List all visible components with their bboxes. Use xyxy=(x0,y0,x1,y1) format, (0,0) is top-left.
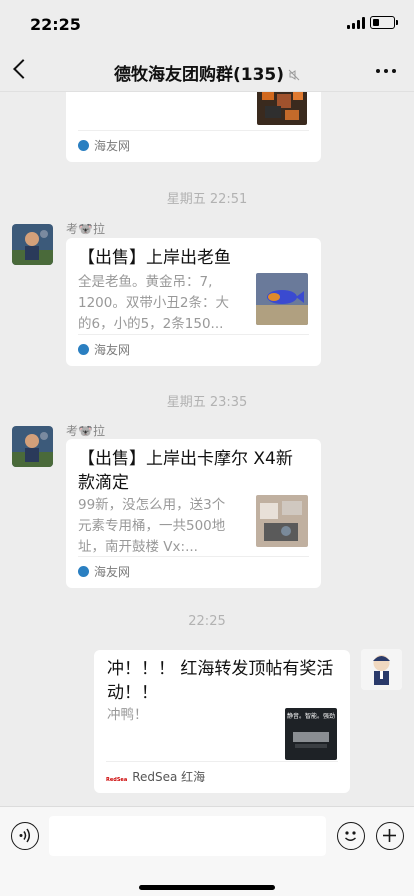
desc-line: 1200。双带小丑2条：大 xyxy=(78,295,229,311)
message-timestamp: 22:25 xyxy=(188,614,226,629)
avatar[interactable] xyxy=(12,224,53,265)
card-description: 99新，没怎么用，送3个 元素专用桶，一共500地 址，南开鼓楼 Vx:... xyxy=(78,495,256,558)
status-time: 22:25 xyxy=(30,15,81,34)
card-title: 【出售】上岸出卡摩尔 X4新 款滴定 xyxy=(78,447,314,495)
card-source: 海友网 xyxy=(78,556,309,586)
avatar[interactable] xyxy=(12,426,53,467)
card-title: 冲！！！ 红海转发顶帖有奖活 动！！ xyxy=(107,657,345,705)
source-icon xyxy=(78,344,89,355)
source-label: 海友网 xyxy=(94,565,131,579)
message-timestamp: 星期五 23:35 xyxy=(166,395,248,410)
thumbnail-text: 静音。智能。强劲 xyxy=(287,712,335,720)
input-bar xyxy=(0,806,414,896)
voice-button[interactable] xyxy=(11,822,39,850)
card-description: 冲鸭！ xyxy=(107,707,148,723)
card-thumbnail xyxy=(257,92,307,125)
link-card[interactable]: 【出售】上岸出卡摩尔 X4新 款滴定 99新，没怎么用，送3个 元素专用桶，一共… xyxy=(66,439,321,588)
chat-area[interactable]: 海友网 星期五 22:51 考🐨拉 【出售】上岸出老鱼 全是老鱼。黄金吊：7, … xyxy=(0,92,414,806)
my-avatar[interactable] xyxy=(361,649,402,690)
desc-line: 址，南开鼓楼 Vx:... xyxy=(78,539,198,555)
title-line: 【出售】上岸出卡摩尔 X4新 xyxy=(78,449,293,469)
card-description: 全是老鱼。黄金吊：7, 1200。双带小丑2条：大 的6，小的5，2条150..… xyxy=(78,272,256,335)
title-line: 款滴定 xyxy=(78,473,129,493)
signal-icon xyxy=(347,17,365,29)
battery-icon xyxy=(370,16,398,29)
link-card[interactable]: 【出售】上岸出老鱼 全是老鱼。黄金吊：7, 1200。双带小丑2条：大 的6，小… xyxy=(66,238,321,366)
desc-line: 全是老鱼。黄金吊：7, xyxy=(78,274,213,290)
status-bar: 22:25 xyxy=(0,0,414,48)
nav-bar: 德牧海友团购群(135) xyxy=(0,48,414,92)
card-source: 海友网 xyxy=(78,130,309,160)
chat-title: 德牧海友团购群(135) xyxy=(0,60,414,85)
chat-title-text: 德牧海友团购群(135) xyxy=(113,65,285,85)
redsea-logo: RedSea xyxy=(106,777,128,783)
more-actions-button[interactable] xyxy=(376,822,404,850)
card-thumbnail: 静音。智能。强劲 xyxy=(285,708,337,760)
message-input[interactable] xyxy=(49,816,326,856)
home-indicator xyxy=(139,885,275,890)
sender-name: 考🐨拉 xyxy=(66,222,105,236)
source-label: 海友网 xyxy=(94,343,131,357)
message-timestamp: 星期五 22:51 xyxy=(166,192,248,207)
emoji-button[interactable] xyxy=(337,822,365,850)
more-icon[interactable] xyxy=(376,69,396,73)
desc-line: 的6，小的5，2条150... xyxy=(78,316,224,332)
card-title: 【出售】上岸出老鱼 xyxy=(78,248,231,268)
sender-name: 考🐨拉 xyxy=(66,424,105,438)
source-label: 海友网 xyxy=(94,139,131,153)
source-icon xyxy=(78,566,89,577)
mute-icon xyxy=(288,69,300,81)
card-thumbnail xyxy=(256,495,308,547)
voice-icon xyxy=(19,828,30,843)
desc-line: 99新，没怎么用，送3个 xyxy=(78,497,226,513)
card-thumbnail xyxy=(256,273,308,325)
plus-icon xyxy=(383,829,396,842)
link-card[interactable]: 海友网 xyxy=(66,92,321,162)
source-label: RedSea 红海 xyxy=(132,770,206,784)
title-line: 动！！ xyxy=(107,683,158,703)
link-card[interactable]: 冲！！！ 红海转发顶帖有奖活 动！！ 冲鸭！ 静音。智能。强劲 RedSea Re… xyxy=(94,650,350,793)
desc-line: 元素专用桶，一共500地 xyxy=(78,518,226,534)
title-line: 冲！！！ 红海转发顶帖有奖活 xyxy=(107,659,334,679)
source-icon xyxy=(78,140,89,151)
card-source: 海友网 xyxy=(78,334,309,364)
card-source: RedSea RedSea 红海 xyxy=(106,761,338,791)
emoji-icon xyxy=(344,831,357,841)
